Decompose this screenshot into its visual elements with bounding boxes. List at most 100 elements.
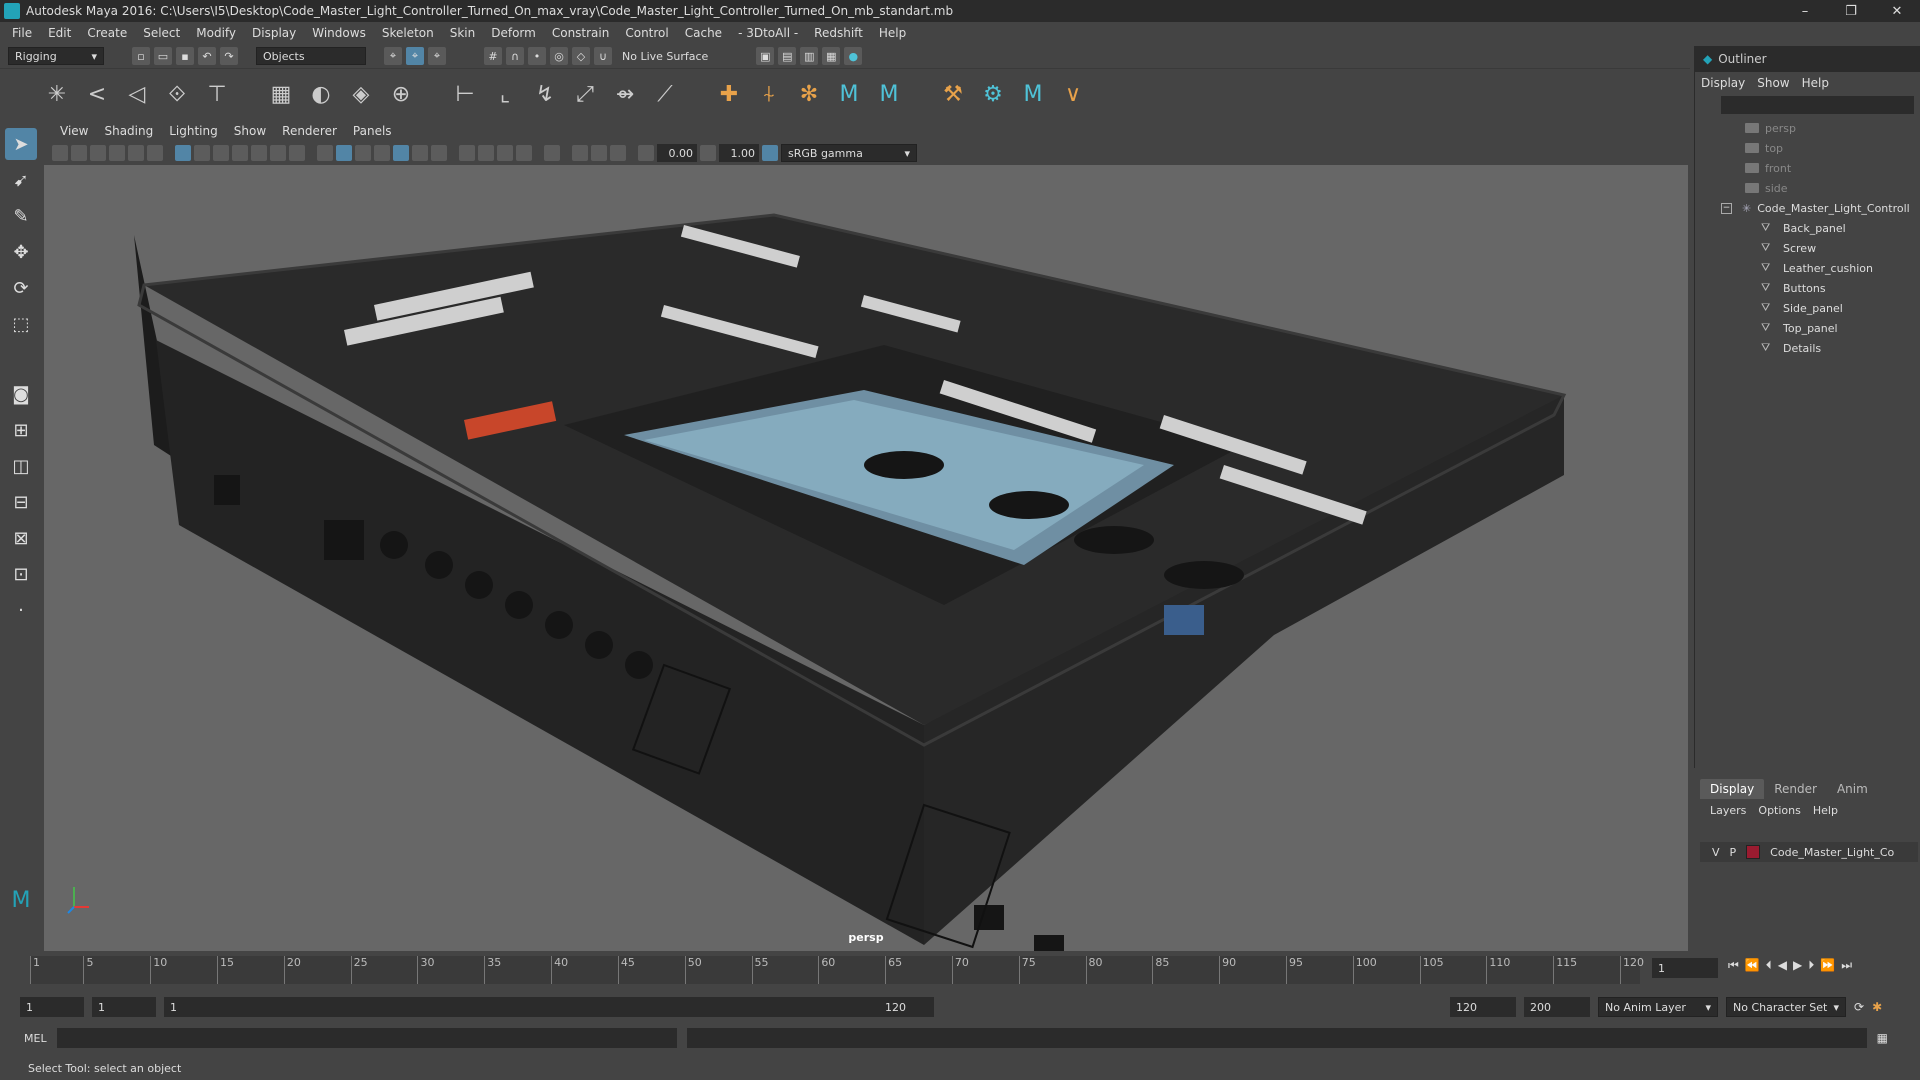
shadows-icon[interactable]: [431, 145, 447, 161]
persp-graph-icon[interactable]: ⊟: [5, 486, 37, 518]
redo-icon[interactable]: ↷: [220, 47, 238, 65]
render-view-icon[interactable]: ▣: [756, 47, 775, 65]
colorspace-dropdown[interactable]: sRGB gamma ▾: [781, 144, 917, 162]
outliner-menu-display[interactable]: Display: [1701, 76, 1745, 90]
new-scene-icon[interactable]: ▫: [132, 47, 150, 65]
viewport-persp[interactable]: View Shading Lighting Show Renderer Pane…: [44, 121, 1688, 951]
layer-playback-toggle[interactable]: P: [1730, 846, 1737, 859]
blend-shape-icon[interactable]: ∨: [1056, 78, 1090, 112]
ik-handle-icon[interactable]: <: [80, 78, 114, 112]
xray-components-icon[interactable]: [610, 145, 626, 161]
minimize-button[interactable]: –: [1782, 0, 1828, 22]
start-time-field[interactable]: 1: [20, 997, 84, 1017]
menu-skin[interactable]: Skin: [442, 26, 484, 40]
lattice-icon[interactable]: ▦: [264, 78, 298, 112]
menu-deform[interactable]: Deform: [483, 26, 544, 40]
command-language-label[interactable]: MEL: [24, 1032, 47, 1045]
outliner-item-top[interactable]: top: [1695, 138, 1920, 158]
film-gate-icon[interactable]: [194, 145, 210, 161]
hypershade-icon[interactable]: ●: [844, 47, 863, 65]
camera-lock-icon[interactable]: [71, 145, 87, 161]
cluster-handle-icon[interactable]: ⍭: [752, 78, 786, 112]
image-plane-icon[interactable]: [109, 145, 125, 161]
viewport-menu-renderer[interactable]: Renderer: [274, 124, 345, 138]
smooth-bind-icon[interactable]: M: [832, 78, 866, 112]
playback-start-field[interactable]: 1: [92, 997, 156, 1017]
time-ticks[interactable]: 1 5 10 15 20 25 30 35 40 45 50 55 60 65 70 75 80 85 90 95 10…: [30, 956, 1644, 984]
outliner-item-side[interactable]: side: [1695, 178, 1920, 198]
bookmark-icon[interactable]: [90, 145, 106, 161]
snap-view-icon[interactable]: ◎: [550, 47, 568, 65]
depth-of-field-icon[interactable]: [516, 145, 532, 161]
render-settings-icon[interactable]: ▦: [822, 47, 841, 65]
move-tool-icon[interactable]: ✥: [5, 236, 37, 268]
gate-mask-icon[interactable]: [232, 145, 248, 161]
model-light-controller[interactable]: [44, 165, 1688, 951]
paint-weights-icon[interactable]: ⚒: [936, 78, 970, 112]
tab-display[interactable]: Display: [1700, 779, 1765, 799]
skin-bind-icon[interactable]: ✻: [792, 78, 826, 112]
pole-vector-icon[interactable]: ⟋: [648, 78, 682, 112]
menu-control[interactable]: Control: [617, 26, 676, 40]
step-forward-frame-icon[interactable]: ⏵: [1808, 958, 1814, 973]
menu-constrain[interactable]: Constrain: [544, 26, 618, 40]
persp-uv-icon[interactable]: ⊡: [5, 558, 37, 590]
menu-redshift[interactable]: Redshift: [806, 26, 871, 40]
rigid-bind-icon[interactable]: M: [872, 78, 906, 112]
outliner-menu-show[interactable]: Show: [1757, 76, 1789, 90]
outliner-item-leather-cushion[interactable]: ⛛ Leather_cushion: [1695, 258, 1920, 278]
viewport-menu-lighting[interactable]: Lighting: [161, 124, 226, 138]
cluster-icon[interactable]: ◐: [304, 78, 338, 112]
go-to-start-icon[interactable]: ⏮: [1728, 958, 1739, 973]
select-object-icon[interactable]: ⌖: [406, 47, 424, 65]
character-set-dropdown[interactable]: No Character Set ▾: [1726, 997, 1846, 1017]
component-editor-icon[interactable]: ⚙: [976, 78, 1010, 112]
hik-icon[interactable]: M: [1016, 78, 1050, 112]
viewport-menu-shading[interactable]: Shading: [96, 124, 161, 138]
camera-attributes-icon[interactable]: [128, 145, 144, 161]
layer-row[interactable]: V P Code_Master_Light_Co: [1700, 842, 1918, 862]
persp-outliner-icon[interactable]: ◫: [5, 450, 37, 482]
menu-display[interactable]: Display: [244, 26, 304, 40]
playback-end-field[interactable]: 120: [1450, 997, 1516, 1017]
xray-icon[interactable]: [572, 145, 588, 161]
snap-point-icon[interactable]: •: [528, 47, 546, 65]
camera-select-icon[interactable]: [52, 145, 68, 161]
motion-blur-icon[interactable]: [478, 145, 494, 161]
collapse-toolbox-icon[interactable]: ·: [5, 594, 37, 626]
step-forward-key-icon[interactable]: ⏩: [1820, 958, 1835, 973]
menu-skeleton[interactable]: Skeleton: [374, 26, 442, 40]
layers-menu-help[interactable]: Help: [1813, 804, 1838, 817]
anim-layer-dropdown[interactable]: No Anim Layer ▾: [1598, 997, 1718, 1017]
outliner-search-input[interactable]: [1721, 96, 1914, 114]
isolate-select-icon[interactable]: [544, 145, 560, 161]
menuset-dropdown[interactable]: Rigging ▾: [8, 47, 104, 65]
layers-menu-layers[interactable]: Layers: [1710, 804, 1746, 817]
preferences-icon[interactable]: ✱: [1872, 1000, 1882, 1014]
gamma-field[interactable]: 1.00: [719, 144, 759, 162]
hypershade-layout-icon[interactable]: ⊠: [5, 522, 37, 554]
live-surface-label[interactable]: No Live Surface: [622, 50, 708, 63]
script-editor-icon[interactable]: ▦: [1877, 1031, 1888, 1045]
snap-curve-icon[interactable]: ∩: [506, 47, 524, 65]
menu-help[interactable]: Help: [871, 26, 914, 40]
save-scene-icon[interactable]: ▪: [176, 47, 194, 65]
outliner-header[interactable]: ◆ Outliner: [1695, 46, 1920, 72]
color-management-icon[interactable]: [762, 145, 778, 161]
maximize-button[interactable]: ❐: [1828, 0, 1874, 22]
menu-3dtoall[interactable]: - 3DtoAll -: [730, 26, 806, 40]
scale-constraint-icon[interactable]: ⤢: [568, 78, 602, 112]
smooth-shade-icon[interactable]: [336, 145, 352, 161]
menu-create[interactable]: Create: [79, 26, 135, 40]
orient-constraint-icon[interactable]: ↯: [528, 78, 562, 112]
select-component-icon[interactable]: ⌖: [428, 47, 446, 65]
wrap-icon[interactable]: ◈: [344, 78, 378, 112]
outliner-item-top-panel[interactable]: ⛛ Top_panel: [1695, 318, 1920, 338]
orient-joint-icon[interactable]: ⊤: [200, 78, 234, 112]
resolution-gate-icon[interactable]: [213, 145, 229, 161]
sculpt-deformer-icon[interactable]: ⊕: [384, 78, 418, 112]
magnet-icon[interactable]: ∪: [594, 47, 612, 65]
field-chart-icon[interactable]: [251, 145, 267, 161]
joint-tool-icon[interactable]: ✳: [40, 78, 74, 112]
menu-edit[interactable]: Edit: [40, 26, 79, 40]
